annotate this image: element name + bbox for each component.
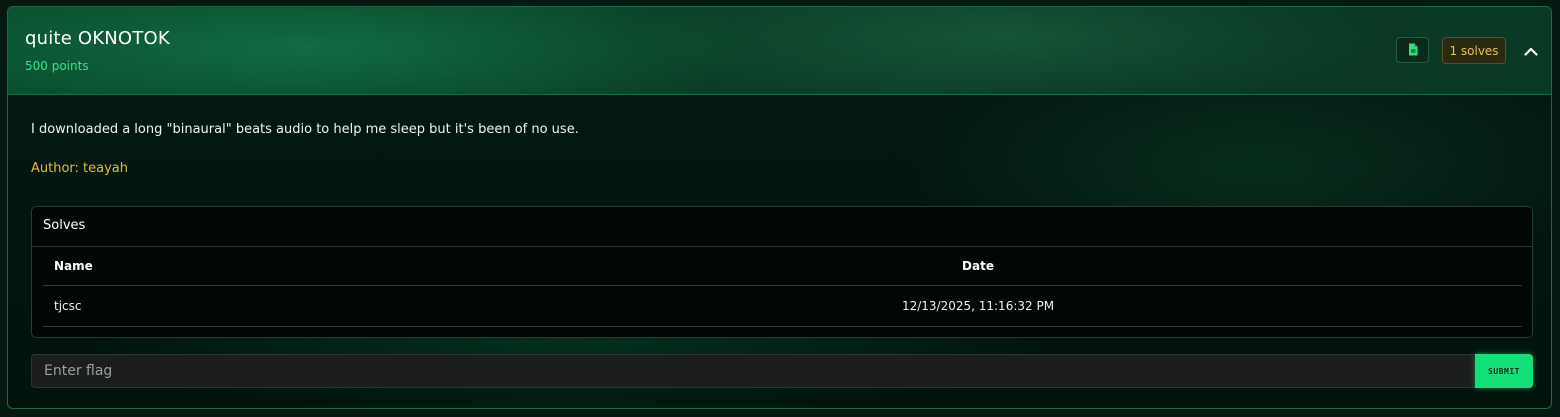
solves-panel-title: Solves xyxy=(43,218,86,233)
file-icon xyxy=(1408,41,1418,60)
solves-panel: Solves Name Date tjcsc 12/13/2025, 11:16… xyxy=(31,206,1533,338)
column-header-name: Name xyxy=(54,259,93,273)
table-row: tjcsc 12/13/2025, 11:16:32 PM xyxy=(43,286,1522,327)
solves-table: Name Date tjcsc 12/13/2025, 11:16:32 PM xyxy=(43,247,1522,327)
flag-input[interactable] xyxy=(31,354,1476,388)
challenge-points: 500 points xyxy=(25,59,89,73)
table-header-row: Name Date xyxy=(43,247,1522,286)
download-file-button[interactable] xyxy=(1396,37,1429,63)
solve-date: 12/13/2025, 11:16:32 PM xyxy=(901,299,1055,313)
solver-name: tjcsc xyxy=(54,299,82,313)
challenge-title: quite OKNOTOK xyxy=(25,28,170,49)
solves-count-badge[interactable]: 1 solves xyxy=(1442,37,1506,64)
collapse-button[interactable] xyxy=(1520,39,1542,61)
flag-form: SUBMIT xyxy=(31,354,1533,388)
column-header-date: Date xyxy=(962,259,994,273)
challenge-card: quite OKNOTOK 500 points 1 solves I down… xyxy=(7,6,1552,409)
chevron-up-icon xyxy=(1524,41,1538,60)
submit-button[interactable]: SUBMIT xyxy=(1475,354,1533,388)
challenge-header[interactable]: quite OKNOTOK 500 points 1 solves xyxy=(8,7,1551,95)
challenge-description: I downloaded a long "binaural" beats aud… xyxy=(31,122,579,137)
challenge-author: Author: teayah xyxy=(31,161,129,176)
